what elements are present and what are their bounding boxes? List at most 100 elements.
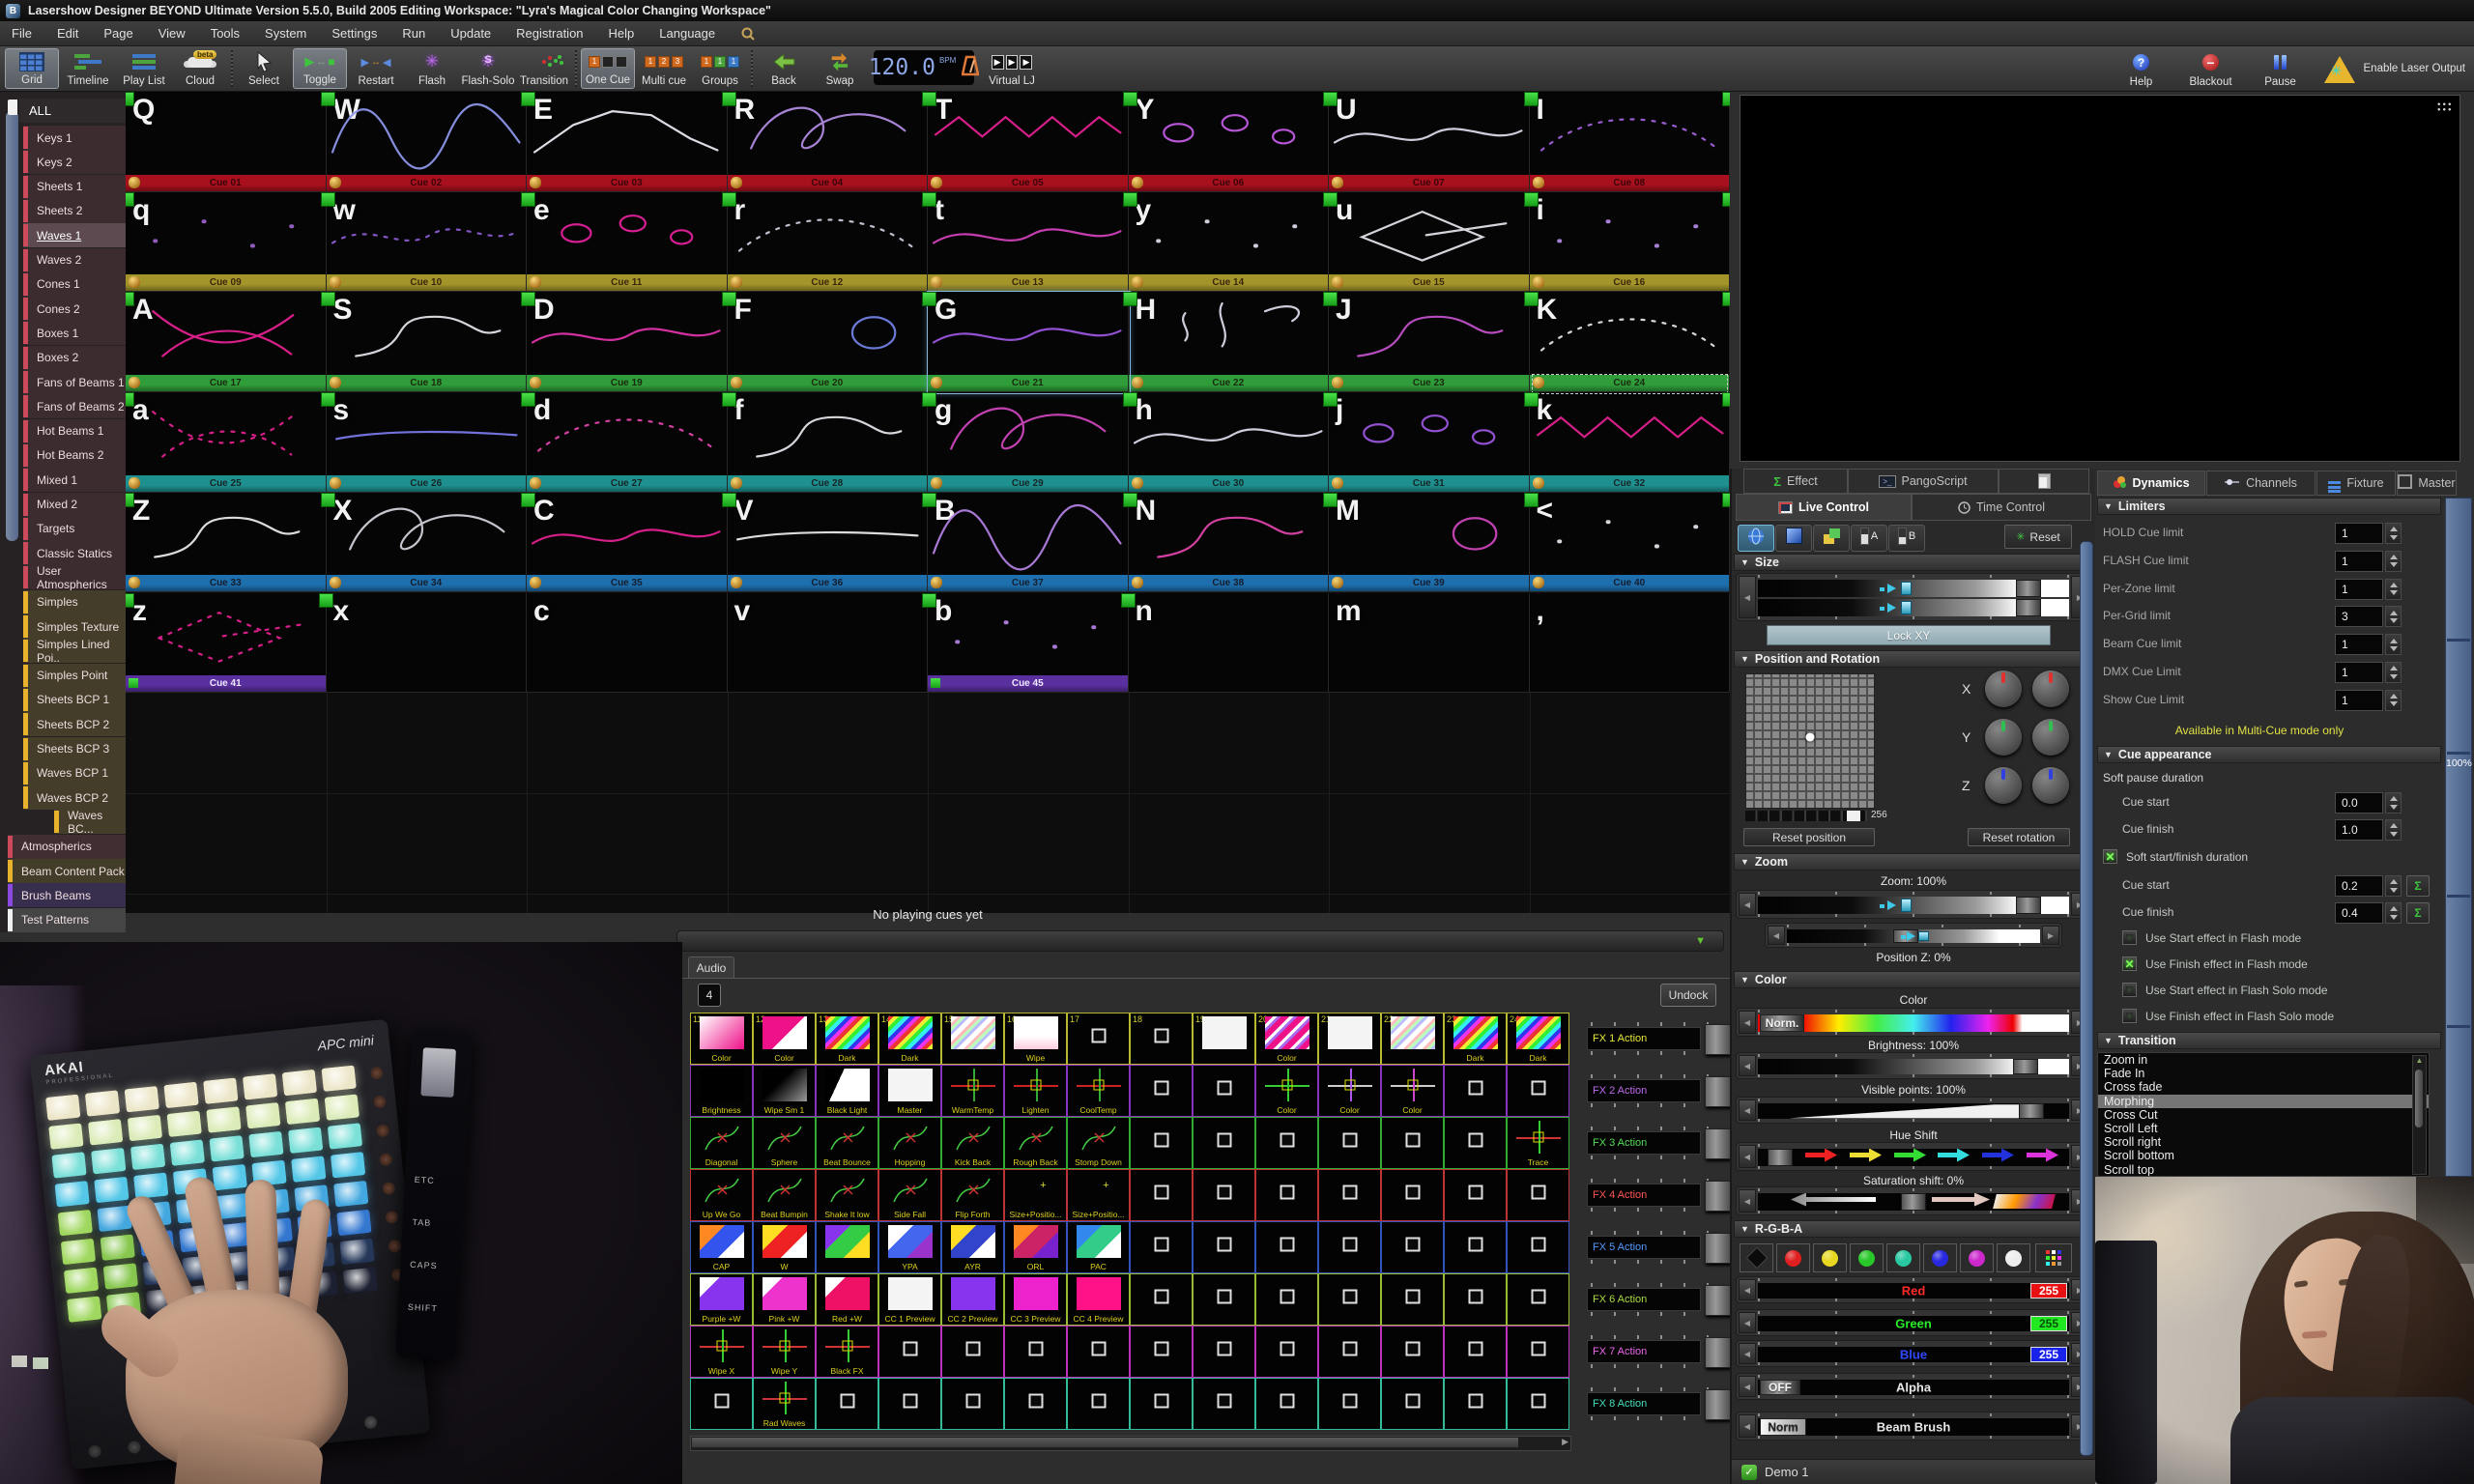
limiter-value[interactable]: 1 <box>2335 551 2383 572</box>
transition-item-scroll-top[interactable]: Scroll top <box>2098 1163 2429 1177</box>
cue-strip[interactable]: Cue 07 <box>1329 175 1529 191</box>
color-swatch-spring[interactable] <box>1886 1243 1920 1272</box>
cue-strip[interactable]: Cue 19 <box>527 375 727 391</box>
red-slider[interactable]: ◀Red255▶ <box>1736 1276 2091 1303</box>
section-rgba[interactable]: ▼R-G-B-A <box>1734 1220 2093 1238</box>
sidebar-item-test-patterns[interactable]: Test Patterns <box>8 908 126 932</box>
fx-cell[interactable]: Rad Waves <box>753 1378 816 1430</box>
sidebar-item-simples[interactable]: Simples <box>23 590 126 614</box>
fx-cell[interactable]: 19 <box>1193 1013 1255 1065</box>
menu-view[interactable]: View <box>158 26 186 41</box>
limiter-spinner[interactable] <box>2385 523 2402 544</box>
fx-cell[interactable] <box>1130 1326 1193 1378</box>
multi-cue-button[interactable]: 123Multi cue <box>637 48 691 89</box>
flash-effect-checkbox[interactable] <box>2122 930 2137 945</box>
layers-button[interactable] <box>1813 525 1850 552</box>
cue-cell-cue-12[interactable]: rCue 12 <box>728 192 929 293</box>
fx-cell[interactable]: Rough Back <box>1004 1117 1067 1169</box>
cue-strip[interactable]: Cue 41 <box>126 675 326 692</box>
cue-strip[interactable]: Cue 39 <box>1329 575 1529 591</box>
section-color[interactable]: ▼Color <box>1734 971 2093 988</box>
master-scroll-strip[interactable]: 100% <box>2445 498 2472 1177</box>
fx-cell[interactable] <box>1381 1117 1444 1169</box>
fx-cell[interactable] <box>1381 1169 1444 1221</box>
slider-handle[interactable] <box>1768 1149 1793 1166</box>
fx-cell[interactable]: 14Dark <box>878 1013 941 1065</box>
fx-action-slider[interactable]: FX 7 Action <box>1587 1335 1732 1368</box>
fx-cell[interactable] <box>1255 1221 1318 1273</box>
fx-action-slider[interactable]: FX 4 Action <box>1587 1179 1732 1212</box>
fx-cell[interactable]: 17 <box>1067 1013 1130 1065</box>
slider-track[interactable] <box>1758 1059 2069 1074</box>
slider-marker-tab[interactable] <box>1901 899 1912 912</box>
cue-cell-cue-13[interactable]: tCue 13 <box>928 192 1129 293</box>
cue-strip[interactable]: Cue 20 <box>728 375 928 391</box>
cue-strip[interactable]: Cue 22 <box>1129 375 1329 391</box>
sidebar-item-classic-statics[interactable]: Classic Statics <box>23 541 126 565</box>
sidebar-item-waves-bc-[interactable]: Waves BC... <box>54 810 126 834</box>
slider-track[interactable] <box>1787 929 2040 943</box>
limiter-value[interactable]: 1 <box>2335 579 2383 600</box>
palette-grid-button[interactable] <box>2035 1243 2072 1272</box>
reset-button[interactable]: ✳Reset <box>2004 525 2072 549</box>
cue-strip[interactable]: Cue 17 <box>126 375 326 391</box>
fx-cell[interactable]: Hopping <box>878 1117 941 1169</box>
flash-button[interactable]: ✳Flash <box>405 48 459 89</box>
fx-cell[interactable] <box>1193 1378 1255 1430</box>
slider-left-arrow[interactable]: ◀ <box>1739 1145 1756 1168</box>
slider-left-arrow[interactable]: ◀ <box>1739 1279 1756 1300</box>
fx-hscroll-arrow[interactable]: ▶ <box>1562 1437 1568 1447</box>
cue-cell-cue-41[interactable]: zCue 41 <box>126 593 327 694</box>
limiter-spinner[interactable] <box>2385 634 2402 655</box>
cue-cell-n[interactable]: n <box>1129 593 1330 694</box>
live-panel-scrollbar[interactable] <box>2080 541 2093 1456</box>
position-pad[interactable] <box>1745 673 1875 809</box>
fx-cell[interactable] <box>1004 1326 1067 1378</box>
color-swatch-magenta[interactable] <box>1960 1243 1994 1272</box>
fx-cell[interactable] <box>1318 1169 1381 1221</box>
sidebar-item-user-atmospherics[interactable]: User Atmospherics <box>23 565 126 589</box>
slider-track[interactable]: Norm. <box>1758 1014 2069 1032</box>
cloud-button[interactable]: betaCloud <box>173 48 227 89</box>
select-button[interactable]: Select <box>237 48 291 89</box>
sidebar-item-atmospherics[interactable]: Atmospherics <box>8 835 126 859</box>
fx-cell[interactable] <box>941 1326 1004 1378</box>
grid-button[interactable]: Grid <box>5 48 59 89</box>
cue-strip[interactable]: Cue 31 <box>1329 475 1529 492</box>
fx-cell[interactable] <box>1193 1326 1255 1378</box>
cue-cell-cue-18[interactable]: SCue 18 <box>327 292 528 392</box>
fx-cell[interactable] <box>1193 1169 1255 1221</box>
zoom-slider[interactable]: ◀▶ <box>1736 890 2091 919</box>
fx-cell[interactable]: Wipe Sm 1 <box>753 1065 816 1117</box>
fx-cell[interactable]: Up We Go <box>690 1169 753 1221</box>
cue-cell-cue-03[interactable]: ECue 03 <box>527 92 728 192</box>
fx-cell[interactable] <box>1130 1065 1193 1117</box>
sidebar-item-sheets-bcp-2[interactable]: Sheets BCP 2 <box>23 712 126 736</box>
fx-cell[interactable]: Pink +W <box>753 1273 816 1326</box>
transition-item-morphing[interactable]: Morphing <box>2098 1095 2429 1108</box>
fx-cell[interactable]: Stomp Down <box>1067 1117 1130 1169</box>
cue-cell-cue-06[interactable]: YCue 06 <box>1129 92 1330 192</box>
fx-cell[interactable]: W <box>753 1221 816 1273</box>
fx-page-count[interactable]: 4 <box>698 984 721 1007</box>
rotation-knob-x-a[interactable] <box>1985 671 2022 707</box>
fx-cell[interactable]: Side Fall <box>878 1169 941 1221</box>
cue-cell-cue-23[interactable]: JCue 23 <box>1329 292 1530 392</box>
reset-position-button[interactable]: Reset position <box>1743 828 1875 846</box>
cue-strip[interactable]: Cue 11 <box>527 274 727 291</box>
saturation-shift-slider[interactable]: ◀▶ <box>1736 1186 2091 1215</box>
section-zoom[interactable]: ▼Zoom <box>1734 853 2093 870</box>
cue-strip[interactable]: Cue 18 <box>327 375 527 391</box>
fx-cell[interactable] <box>1444 1378 1507 1430</box>
limiter-value[interactable]: 1 <box>2335 662 2383 683</box>
fx-cell[interactable] <box>1130 1117 1193 1169</box>
tab-audio[interactable]: Audio <box>688 956 734 979</box>
fx-cell[interactable] <box>1507 1378 1569 1430</box>
cue-strip[interactable]: Cue 03 <box>527 175 727 191</box>
fx-cell[interactable] <box>878 1378 941 1430</box>
fx-cell[interactable] <box>1318 1221 1381 1273</box>
sidebar-item-cones-2[interactable]: Cones 2 <box>23 297 126 321</box>
fx-cell[interactable] <box>1193 1273 1255 1326</box>
sidebar-item-sheets-bcp-3[interactable]: Sheets BCP 3 <box>23 737 126 761</box>
fx-cell[interactable] <box>1444 1221 1507 1273</box>
